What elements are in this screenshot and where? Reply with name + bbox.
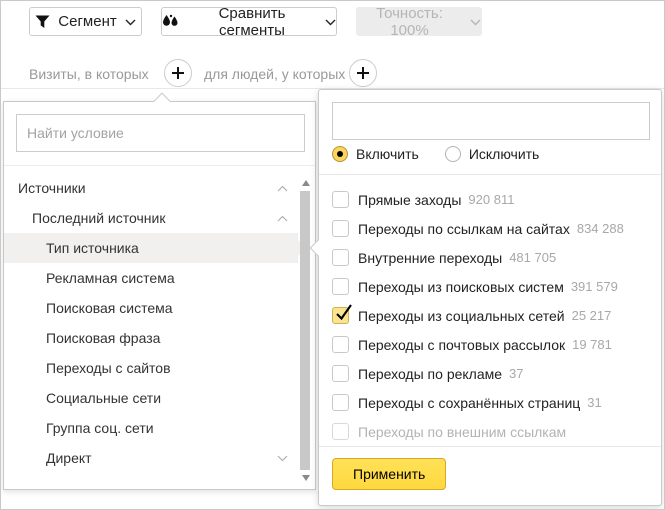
tree-item[interactable]: Поисковая фраза (4, 323, 298, 353)
droplets-icon (162, 14, 179, 29)
scroll-down-arrow-icon[interactable] (302, 475, 310, 481)
accuracy-label: Точность: 100% (357, 5, 462, 39)
apply-button[interactable]: Применить (332, 458, 446, 490)
tree-item[interactable]: Директ (4, 443, 298, 473)
condition-tree: Источники Последний источник Тип источни… (4, 173, 315, 473)
source-option-label: Переходы из поисковых систем (358, 279, 564, 295)
segmentation-screen: Сегмент Сравнить сегменты Точность: 100%… (0, 0, 665, 510)
compare-segments-label: Сравнить сегменты (187, 5, 317, 39)
source-option-count: 481 705 (509, 250, 556, 265)
tree-item-label: Источники (18, 180, 86, 196)
tree-item[interactable]: Тип источника (4, 233, 298, 263)
source-option-label: Переходы с почтовых рассылок (358, 337, 565, 353)
source-option-label: Внутренние переходы (358, 250, 502, 266)
source-option-label: Переходы с сохранённых страниц (358, 395, 580, 411)
tree-scrollbar[interactable] (300, 178, 312, 483)
chevron-down-icon (325, 13, 336, 30)
source-option-count: 19 781 (572, 337, 612, 352)
source-option-label: Переходы из социальных сетей (358, 308, 565, 324)
divider (319, 174, 661, 175)
tree-item-label: Социальные сети (46, 390, 161, 406)
source-option-count: 31 (587, 395, 601, 410)
add-people-condition-button[interactable] (349, 59, 377, 87)
filter-icon (35, 15, 50, 29)
checkbox-icon[interactable] (332, 249, 349, 266)
source-option-row[interactable]: Переходы по рекламе 37 (319, 359, 661, 388)
include-radio[interactable]: Включить (332, 146, 419, 162)
checkbox-icon[interactable] (332, 307, 349, 324)
chevron-down-icon (125, 13, 136, 30)
source-option-count: 25 217 (572, 308, 612, 323)
include-radio-label: Включить (356, 146, 419, 162)
source-option-count: 391 579 (571, 279, 618, 294)
source-option-count: 834 288 (577, 221, 624, 236)
checkbox-icon[interactable] (332, 191, 349, 208)
source-option-count: 37 (509, 366, 523, 381)
exclude-radio-label: Исключить (469, 146, 540, 162)
popup-filter-input[interactable] (332, 102, 650, 140)
tree-item[interactable]: Группа соц. сети (4, 413, 298, 443)
include-exclude-radios: Включить Исключить (332, 146, 539, 162)
compare-segments-button[interactable]: Сравнить сегменты (161, 7, 337, 36)
segment-button-label: Сегмент (58, 13, 116, 30)
source-option-row[interactable]: Переходы по ссылкам на сайтах 834 288 (319, 214, 661, 243)
divider (4, 165, 315, 166)
panel-pointer-up (154, 93, 171, 110)
tree-item-label: Поисковая фраза (46, 330, 160, 346)
source-option-row[interactable]: Прямые заходы 920 811 (319, 185, 661, 214)
condition-search-input[interactable] (16, 114, 305, 152)
source-option-row[interactable]: Переходы с сохранённых страниц 31 (319, 388, 661, 417)
tree-chevron-icon[interactable] (277, 455, 288, 462)
radio-checked-icon[interactable] (332, 146, 348, 162)
tree-item-label: Переходы с сайтов (46, 360, 171, 376)
chevron-down-icon (470, 13, 481, 30)
exclude-radio[interactable]: Исключить (445, 146, 540, 162)
checkbox-icon[interactable] (332, 220, 349, 237)
source-type-popup: Включить Исключить Прямые заходы 920 811… (318, 89, 662, 506)
source-option-label: Переходы по рекламе (358, 366, 502, 382)
checkbox-icon[interactable] (332, 394, 349, 411)
tree-item[interactable]: Переходы с сайтов (4, 353, 298, 383)
source-option-count: 920 811 (468, 192, 514, 207)
checkbox-icon[interactable] (332, 423, 349, 440)
tree-item[interactable]: Источники (4, 173, 298, 203)
divider (319, 446, 661, 447)
checkbox-icon[interactable] (332, 278, 349, 295)
tree-chevron-icon[interactable] (277, 215, 288, 222)
tree-item-label: Группа соц. сети (46, 420, 154, 436)
source-option-label: Прямые заходы (358, 192, 461, 208)
tree-item[interactable]: Поисковая система (4, 293, 298, 323)
tree-item-label: Рекламная система (46, 270, 175, 286)
source-option-row[interactable]: Переходы из поисковых систем 391 579 (319, 272, 661, 301)
condition-tree-panel: Источники Последний источник Тип источни… (3, 101, 316, 490)
tree-chevron-icon[interactable] (277, 185, 288, 192)
scroll-up-arrow-icon[interactable] (302, 180, 310, 186)
plus-icon (356, 66, 370, 80)
source-option-row[interactable]: Переходы по внешним ссылкам (319, 417, 661, 446)
tree-item-label: Последний источник (32, 210, 165, 226)
checkbox-icon[interactable] (332, 336, 349, 353)
tree-item-label: Директ (46, 450, 92, 466)
tree-item[interactable]: Последний источник (4, 203, 298, 233)
accuracy-button[interactable]: Точность: 100% (356, 7, 482, 36)
source-option-row[interactable]: Переходы с почтовых рассылок 19 781 (319, 330, 661, 359)
scrollbar-thumb[interactable] (300, 191, 310, 470)
source-option-row[interactable]: Переходы из социальных сетей 25 217 (319, 301, 661, 330)
source-option-row[interactable]: Внутренние переходы 481 705 (319, 243, 661, 272)
tree-item-label: Тип источника (46, 240, 139, 256)
tree-item[interactable]: Рекламная система (4, 263, 298, 293)
source-option-label: Переходы по ссылкам на сайтах (358, 221, 570, 237)
visits-condition-label: Визиты, в которых (29, 66, 149, 82)
tree-item[interactable]: Социальные сети (4, 383, 298, 413)
plus-icon (171, 66, 185, 80)
tree-item-label: Поисковая система (46, 300, 173, 316)
add-visit-condition-button[interactable] (164, 59, 192, 87)
segment-button[interactable]: Сегмент (29, 7, 142, 36)
checkbox-icon[interactable] (332, 365, 349, 382)
people-condition-label: для людей, у которых (204, 66, 345, 82)
source-options-list: Прямые заходы 920 811 Переходы по ссылка… (319, 185, 661, 446)
radio-unchecked-icon[interactable] (445, 146, 461, 162)
source-option-label: Переходы по внешним ссылкам (358, 424, 566, 440)
